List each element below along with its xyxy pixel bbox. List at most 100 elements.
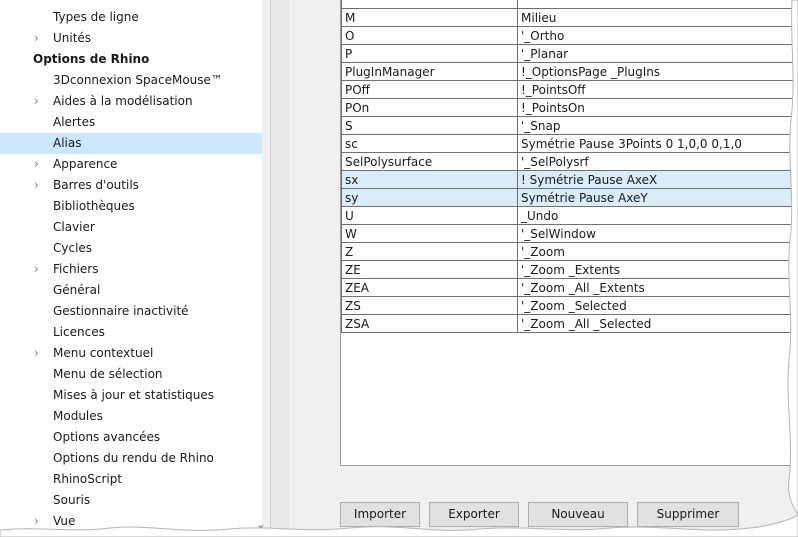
- tree-item[interactable]: Cycles: [0, 238, 262, 259]
- tree-item[interactable]: Alertes: [0, 112, 262, 133]
- tree-item[interactable]: Alias: [0, 133, 262, 154]
- chevron-right-icon[interactable]: ›: [34, 175, 39, 196]
- table-row[interactable]: ZSA '_Zoom _All _Selected: [341, 314, 798, 333]
- macro-cell[interactable]: Milieu: [517, 8, 798, 27]
- table-row[interactable]: sc Symétrie Pause 3Points 0 1,0,0 0,1,0: [341, 134, 798, 153]
- tree-item-label: Clavier: [53, 220, 95, 234]
- tree-item-label: Alertes: [53, 115, 96, 129]
- table-row[interactable]: sx! Symétrie Pause AxeX: [341, 170, 798, 189]
- tree-item[interactable]: › Unités: [0, 28, 262, 49]
- tree-item[interactable]: › Apparence: [0, 154, 262, 175]
- table-row[interactable]: W '_SelWindow: [341, 224, 798, 243]
- alias-cell[interactable]: ZS: [341, 296, 518, 315]
- tree-item[interactable]: › Barres d'outils: [0, 175, 262, 196]
- tree-item-label: Modules: [53, 409, 103, 423]
- tree-item[interactable]: Gestionnaire inactivité: [0, 301, 262, 322]
- macro-cell[interactable]: '_Zoom _Selected: [517, 296, 798, 315]
- scroll-down-icon[interactable]: ⌄: [256, 518, 265, 531]
- chevron-right-icon[interactable]: ›: [34, 259, 39, 280]
- chevron-right-icon[interactable]: ›: [34, 91, 39, 112]
- tree-item[interactable]: › Aides à la modélisation: [0, 91, 262, 112]
- macro-cell[interactable]: '_Planar: [517, 44, 798, 63]
- macro-cell[interactable]: '_SelWindow: [517, 224, 798, 243]
- alias-cell[interactable]: SelPolysurface: [341, 152, 518, 171]
- table-row[interactable]: P '_Planar: [341, 44, 798, 63]
- alias-cell[interactable]: ZSA: [341, 314, 518, 333]
- tree-item[interactable]: Licences: [0, 322, 262, 343]
- tree-item[interactable]: Menu de sélection: [0, 364, 262, 385]
- table-row[interactable]: ZEA '_Zoom _All _Extents: [341, 278, 798, 297]
- alias-cell[interactable]: P: [341, 44, 518, 63]
- macro-cell[interactable]: '_SelPolysrf: [517, 152, 798, 171]
- tree-item[interactable]: Clavier: [0, 217, 262, 238]
- alias-cell[interactable]: U: [341, 206, 518, 225]
- tree-item[interactable]: Mises à jour et statistiques: [0, 385, 262, 406]
- table-row[interactable]: PlugInManager !_OptionsPage _PlugIns: [341, 62, 798, 81]
- chevron-right-icon[interactable]: ›: [34, 28, 39, 49]
- alias-cell[interactable]: Z: [341, 242, 518, 261]
- delete-button[interactable]: Supprimer: [637, 502, 739, 527]
- table-row[interactable]: sy Symétrie Pause AxeY: [341, 188, 798, 207]
- table-row[interactable]: ZE '_Zoom _Extents: [341, 260, 798, 279]
- tree-item[interactable]: Souris: [0, 490, 262, 511]
- table-row[interactable]: M Milieu: [341, 8, 798, 27]
- tree-item[interactable]: Général: [0, 280, 262, 301]
- alias-cell[interactable]: ZE: [341, 260, 518, 279]
- tree-item[interactable]: › Vue: [0, 511, 262, 532]
- table-row[interactable]: SelPolysurface '_SelPolysrf: [341, 152, 798, 171]
- tree-item[interactable]: Options avancées: [0, 427, 262, 448]
- alias-cell[interactable]: M: [341, 8, 518, 27]
- alias-cell[interactable]: sy: [341, 188, 518, 207]
- alias-cell[interactable]: W: [341, 224, 518, 243]
- alias-cell[interactable]: POff: [341, 80, 518, 99]
- tree-item[interactable]: Options de Rhino: [0, 49, 262, 70]
- macro-cell[interactable]: !_OptionsPage _PlugIns: [517, 62, 798, 81]
- macro-cell[interactable]: Symétrie Pause 3Points 0 1,0,0 0,1,0: [517, 134, 798, 153]
- export-button[interactable]: Exporter: [429, 502, 519, 527]
- macro-cell[interactable]: '_Zoom _All _Selected: [517, 314, 798, 333]
- macro-cell[interactable]: !_PointsOff: [517, 80, 798, 99]
- tree-item-label: Options avancées: [53, 430, 161, 444]
- tree-item[interactable]: Modules: [0, 406, 262, 427]
- macro-cell[interactable]: '_Snap: [517, 116, 798, 135]
- macro-cell[interactable]: '_Zoom _All _Extents: [517, 278, 798, 297]
- splitter[interactable]: [270, 0, 289, 537]
- tree-item[interactable]: › Fichiers: [0, 259, 262, 280]
- tree-item[interactable]: Options du rendu de Rhino: [0, 448, 262, 469]
- tree-item[interactable]: Types de ligne: [0, 7, 262, 28]
- alias-cell[interactable]: PlugInManager: [341, 62, 518, 81]
- macro-cell[interactable]: !_PointsOn: [517, 98, 798, 117]
- macro-cell[interactable]: '_Zoom: [517, 242, 798, 261]
- table-row[interactable]: POff !_PointsOff: [341, 80, 798, 99]
- tree-item[interactable]: › Menu contextuel: [0, 343, 262, 364]
- macro-cell[interactable]: ! Symétrie Pause AxeX: [517, 170, 798, 189]
- chevron-right-icon[interactable]: ›: [34, 154, 39, 175]
- macro-cell[interactable]: _Undo: [517, 206, 798, 225]
- table-row[interactable]: S '_Snap: [341, 116, 798, 135]
- alias-cell[interactable]: O: [341, 26, 518, 45]
- tree-item[interactable]: Bibliothèques: [0, 196, 262, 217]
- table-row[interactable]: Z '_Zoom: [341, 242, 798, 261]
- chevron-right-icon[interactable]: ›: [34, 511, 39, 532]
- table-row[interactable]: ZS '_Zoom _Selected: [341, 296, 798, 315]
- new-button[interactable]: Nouveau: [528, 502, 628, 527]
- tree-item[interactable]: 3Dconnexion SpaceMouse™: [0, 70, 262, 91]
- tree-item-label: Aides à la modélisation: [53, 94, 193, 108]
- tree-item-label: Menu de sélection: [53, 367, 163, 381]
- alias-cell[interactable]: POn: [341, 98, 518, 117]
- import-button[interactable]: Importer: [340, 502, 420, 527]
- table-row[interactable]: POn !_PointsOn: [341, 98, 798, 117]
- macro-cell[interactable]: '_Ortho: [517, 26, 798, 45]
- alias-cell[interactable]: S: [341, 116, 518, 135]
- macro-cell[interactable]: Symétrie Pause AxeY: [517, 188, 798, 207]
- chevron-right-icon[interactable]: ›: [34, 343, 39, 364]
- tree-scrollbar[interactable]: [262, 0, 270, 537]
- macro-cell[interactable]: '_Zoom _Extents: [517, 260, 798, 279]
- table-row[interactable]: U _Undo: [341, 206, 798, 225]
- alias-cell[interactable]: ZEA: [341, 278, 518, 297]
- tree-item[interactable]: RhinoScript: [0, 469, 262, 490]
- alias-cell[interactable]: sc: [341, 134, 518, 153]
- alias-cell[interactable]: sx: [341, 170, 518, 189]
- table-row[interactable]: O '_Ortho: [341, 26, 798, 45]
- tree-item-label: Alias: [53, 136, 82, 150]
